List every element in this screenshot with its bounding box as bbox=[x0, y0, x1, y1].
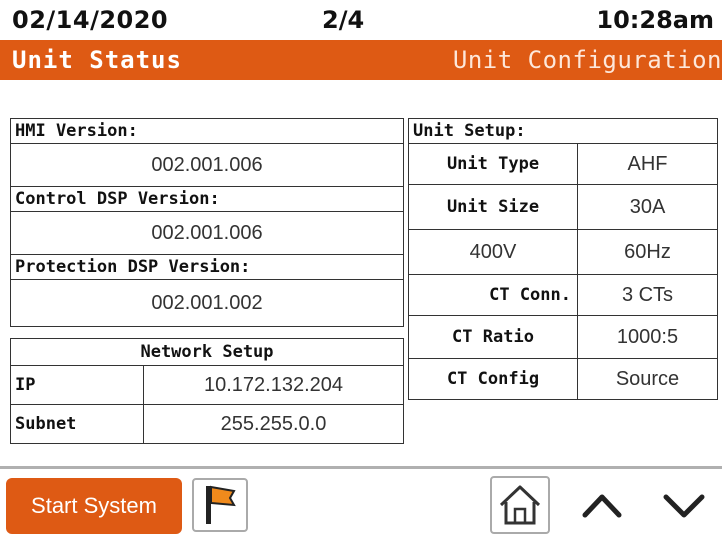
ct-config-label: CT Config bbox=[408, 358, 578, 400]
home-button[interactable] bbox=[490, 476, 550, 534]
chevron-down-icon bbox=[663, 494, 705, 518]
ct-ratio-value: 1000:5 bbox=[577, 315, 718, 359]
title-bar: Unit Status Unit Configuration bbox=[0, 40, 722, 80]
page-indicator: 2/4 bbox=[322, 6, 365, 34]
hmi-version-label: HMI Version: bbox=[10, 118, 404, 144]
voltage-value: 400V bbox=[408, 229, 578, 275]
unit-size-label: Unit Size bbox=[408, 184, 578, 230]
network-setup-title: Network Setup bbox=[10, 338, 404, 366]
hmi-version-value: 002.001.006 bbox=[10, 143, 404, 187]
footer-divider bbox=[0, 466, 722, 469]
scroll-down-button[interactable] bbox=[652, 482, 716, 530]
ip-value: 10.172.132.204 bbox=[143, 365, 404, 405]
time-display: 10:28am bbox=[596, 6, 714, 34]
protection-dsp-label: Protection DSP Version: bbox=[10, 254, 404, 280]
flag-icon bbox=[206, 485, 236, 524]
ct-config-value: Source bbox=[577, 358, 718, 400]
scroll-up-button[interactable] bbox=[572, 482, 632, 530]
ct-ratio-label: CT Ratio bbox=[408, 315, 578, 359]
ip-label: IP bbox=[10, 365, 144, 405]
chevron-up-icon bbox=[582, 494, 622, 518]
status-bar: 02/14/2020 2/4 10:28am bbox=[0, 0, 722, 40]
ct-conn-value: 3 CTs bbox=[577, 274, 718, 316]
protection-dsp-value: 002.001.002 bbox=[10, 279, 404, 327]
unit-type-label: Unit Type bbox=[408, 143, 578, 185]
tab-unit-configuration[interactable]: Unit Configuration bbox=[453, 46, 722, 74]
start-system-button[interactable]: Start System bbox=[6, 478, 182, 534]
frequency-value: 60Hz bbox=[577, 229, 718, 275]
tab-unit-status[interactable]: Unit Status bbox=[12, 46, 182, 74]
unit-size-value: 30A bbox=[577, 184, 718, 230]
home-icon bbox=[499, 485, 541, 525]
start-system-label: Start System bbox=[31, 493, 157, 518]
control-dsp-value: 002.001.006 bbox=[10, 211, 404, 255]
subnet-label: Subnet bbox=[10, 404, 144, 444]
subnet-value: 255.255.0.0 bbox=[143, 404, 404, 444]
unit-type-value: AHF bbox=[577, 143, 718, 185]
date-display: 02/14/2020 bbox=[12, 6, 169, 34]
unit-setup-title: Unit Setup: bbox=[408, 118, 718, 144]
control-dsp-label: Control DSP Version: bbox=[10, 186, 404, 212]
ct-conn-label: CT Conn. bbox=[408, 274, 578, 316]
alarm-flag-button[interactable] bbox=[192, 478, 248, 532]
